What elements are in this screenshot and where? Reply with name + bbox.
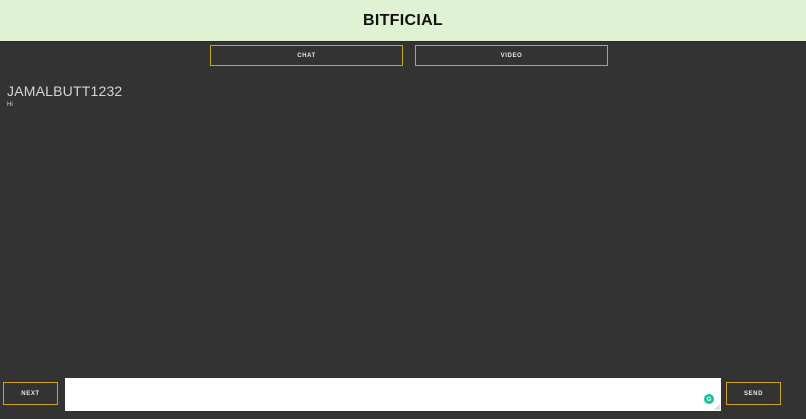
next-button[interactable]: NEXT bbox=[3, 382, 58, 405]
message-input-container bbox=[65, 378, 721, 411]
grammarly-icon[interactable] bbox=[704, 394, 714, 404]
chat-message: Hi bbox=[7, 102, 13, 108]
tab-chat[interactable]: CHAT bbox=[210, 45, 403, 66]
app-title: BITFICIAL bbox=[362, 11, 444, 29]
app-header: BITFICIAL bbox=[0, 0, 806, 42]
tab-video[interactable]: VIDEO bbox=[415, 45, 608, 66]
chat-username: JAMALBUTT1232 bbox=[7, 83, 123, 99]
resize-handle-icon[interactable] bbox=[715, 405, 720, 410]
message-input[interactable] bbox=[65, 378, 721, 411]
send-button[interactable]: SEND bbox=[726, 382, 781, 405]
chat-log: JAMALBUTT1232 Hi bbox=[7, 83, 797, 373]
